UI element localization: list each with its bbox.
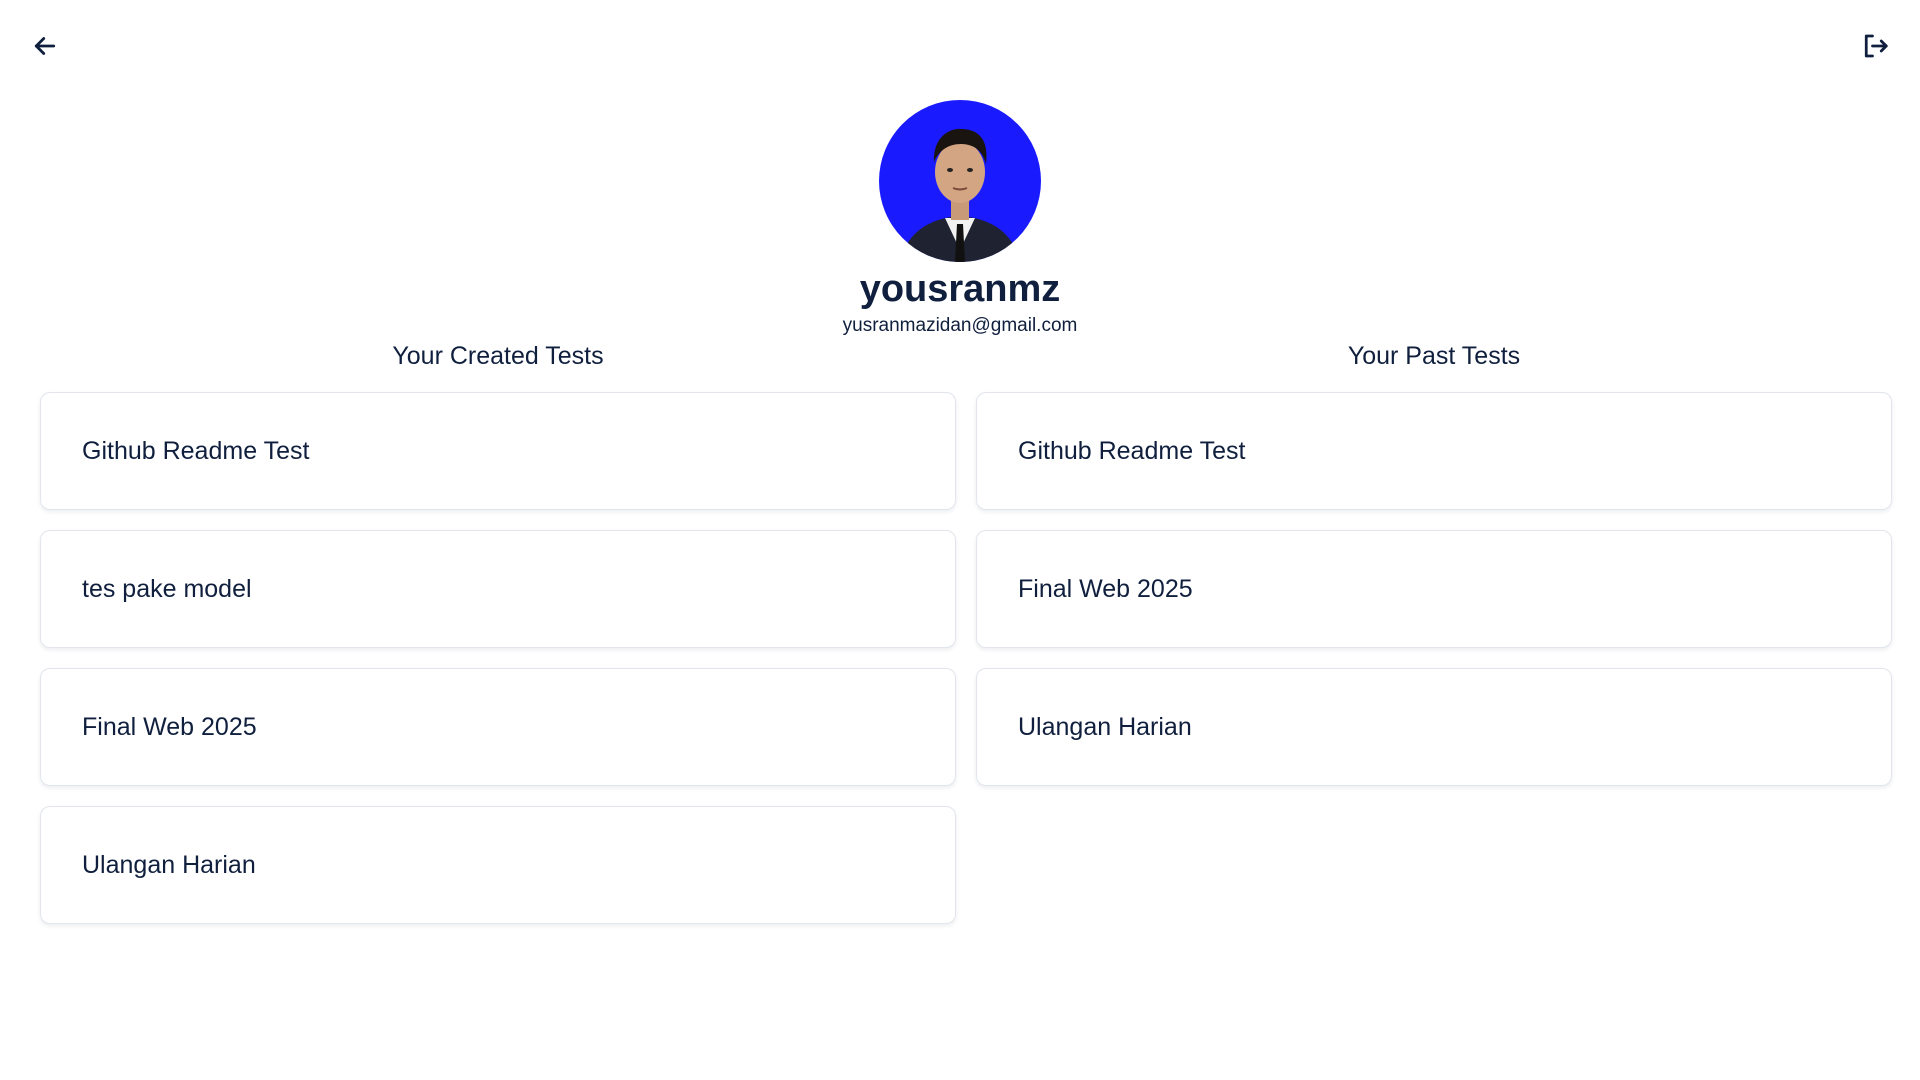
created-test-card[interactable]: Final Web 2025 (40, 668, 956, 786)
test-title: tes pake model (82, 574, 252, 603)
created-test-card[interactable]: Github Readme Test (40, 392, 956, 510)
created-tests-title: Your Created Tests (392, 342, 604, 370)
past-test-card[interactable]: Final Web 2025 (976, 530, 1892, 648)
avatar (879, 100, 1041, 262)
test-title: Github Readme Test (82, 436, 310, 465)
username: yousranmz (859, 268, 1061, 310)
created-tests-column: Your Created Tests Github Readme Test te… (40, 338, 956, 944)
past-test-card[interactable]: Ulangan Harian (976, 668, 1892, 786)
test-title: Ulangan Harian (82, 850, 256, 879)
profile-header: yousranmz yusranmazidan@gmail.com (0, 100, 1920, 338)
profile-photo (879, 100, 1041, 262)
logout-button[interactable] (1855, 26, 1895, 66)
test-title: Final Web 2025 (1018, 574, 1193, 603)
tests-columns: Your Created Tests Github Readme Test te… (40, 338, 1892, 944)
test-title: Github Readme Test (1018, 436, 1246, 465)
arrow-left-icon (34, 37, 56, 55)
test-title: Final Web 2025 (82, 712, 257, 741)
past-test-card[interactable]: Github Readme Test (976, 392, 1892, 510)
created-test-card[interactable]: tes pake model (40, 530, 956, 648)
past-tests-column: Your Past Tests Github Readme Test Final… (976, 338, 1892, 944)
created-test-card[interactable]: Ulangan Harian (40, 806, 956, 924)
back-button[interactable] (25, 26, 65, 66)
user-email: yusranmazidan@gmail.com (842, 315, 1078, 336)
logout-icon (1864, 34, 1888, 58)
top-bar (0, 0, 1920, 90)
test-title: Ulangan Harian (1018, 712, 1192, 741)
past-tests-title: Your Past Tests (1347, 342, 1521, 370)
